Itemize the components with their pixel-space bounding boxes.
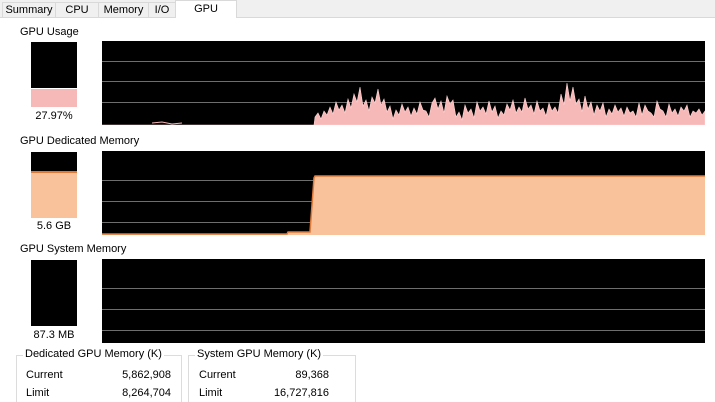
gpu-system-meter (31, 260, 77, 326)
tab-gpu[interactable]: GPU (175, 0, 237, 18)
system-gpu-memory-title: System GPU Memory (K) (195, 348, 324, 360)
gpu-system-value: 87.3 MB (33, 329, 75, 341)
tab-summary[interactable]: Summary (2, 2, 56, 17)
gpu-usage-history (102, 82, 705, 125)
tab-io[interactable]: I/O (148, 2, 176, 17)
gpu-dedicated-value: 5.6 GB (36, 220, 72, 232)
system-limit-label: Limit (199, 387, 223, 399)
gpu-usage-meter (31, 42, 77, 107)
gridline (102, 288, 705, 289)
gpu-dedicated-graph (102, 151, 705, 235)
gpu-usage-meter-fill (31, 88, 77, 107)
gpu-dedicated-meter (31, 152, 77, 218)
system-current-label: Current (199, 369, 236, 381)
system-current-value: 89,368 (295, 369, 329, 381)
gpu-usage-title: GPU Usage (20, 26, 79, 38)
dedicated-limit-value: 8,264,704 (122, 387, 171, 399)
dedicated-gpu-memory-title: Dedicated GPU Memory (K) (23, 348, 164, 360)
dedicated-limit-label: Limit (26, 387, 50, 399)
gpu-system-graph (102, 259, 705, 343)
tab-memory[interactable]: Memory (98, 2, 149, 17)
gridline (102, 330, 705, 331)
gpu-dedicated-meter-fill (31, 171, 77, 218)
gpu-usage-graph (102, 41, 705, 125)
gpu-system-title: GPU System Memory (20, 243, 127, 255)
tab-cpu[interactable]: CPU (55, 2, 99, 17)
dedicated-current-value: 5,862,908 (122, 369, 171, 381)
gpu-usage-value: 27.97% (35, 110, 73, 122)
system-limit-value: 16,727,816 (273, 387, 329, 399)
system-gpu-memory-group: System GPU Memory (K) Current 89,368 Lim… (188, 348, 356, 402)
gpu-dedicated-title: GPU Dedicated Memory (20, 135, 140, 147)
dedicated-gpu-memory-group: Dedicated GPU Memory (K) Current 5,862,9… (16, 348, 182, 402)
dedicated-current-label: Current (26, 369, 63, 381)
gpu-dedicated-history (102, 175, 705, 235)
gridline (102, 309, 705, 310)
